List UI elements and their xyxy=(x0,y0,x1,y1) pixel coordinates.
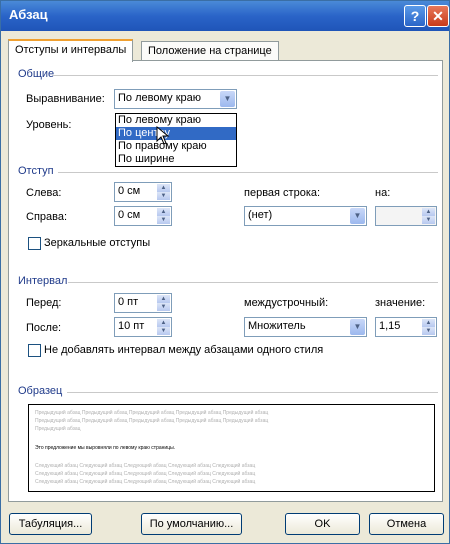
spacing-before-stepper[interactable]: 0 пт ▲ ▼ xyxy=(114,293,172,313)
spin-up-icon[interactable]: ▲ xyxy=(157,295,170,303)
spin-down-icon[interactable]: ▼ xyxy=(157,303,170,311)
spin-up-icon[interactable]: ▲ xyxy=(157,319,170,327)
divider xyxy=(67,392,438,393)
line-spacing-value: Множитель xyxy=(248,320,306,332)
mirror-indents-checkbox[interactable] xyxy=(28,237,41,250)
spacing-before-label: Перед: xyxy=(26,297,62,309)
ok-button[interactable]: OK xyxy=(285,513,360,535)
preview-next-line: Следующий абзац Следующий абзац Следующи… xyxy=(35,471,256,477)
indent-left-value: 0 см xyxy=(118,185,141,197)
set-default-button[interactable]: По умолчанию... xyxy=(141,513,242,535)
spin-up-icon[interactable]: ▲ xyxy=(157,208,170,216)
spin-down-icon[interactable]: ▼ xyxy=(422,327,435,335)
cancel-button[interactable]: Отмена xyxy=(369,513,444,535)
line-spacing-label: междустрочный: xyxy=(244,297,329,309)
indent-right-value: 0 см xyxy=(118,209,141,221)
at-value: 1,15 xyxy=(379,320,401,332)
line-spacing-select[interactable]: Множитель ▼ xyxy=(244,317,367,337)
first-line-label: первая строка: xyxy=(244,187,321,199)
spin-down-icon[interactable]: ▼ xyxy=(157,192,170,200)
chevron-down-icon[interactable]: ▼ xyxy=(350,319,365,335)
alignment-label: Выравнивание: xyxy=(26,93,105,105)
no-space-checkbox[interactable] xyxy=(28,344,41,357)
tabs-button[interactable]: Табуляция... xyxy=(9,513,92,535)
section-general: Общие xyxy=(18,68,55,80)
level-label: Уровень: xyxy=(26,119,72,131)
indent-left-label: Слева: xyxy=(26,187,62,199)
paragraph-dialog: Абзац ? ✕ Отступы и интервалы Положение … xyxy=(0,0,450,544)
indent-right-label: Справа: xyxy=(26,211,68,223)
first-line-value: (нет) xyxy=(248,209,273,221)
spin-up-icon[interactable]: ▲ xyxy=(422,208,435,216)
tab-indents-spacing[interactable]: Отступы и интервалы xyxy=(8,39,134,62)
alignment-dropdown-list: По левому краю По центру По правому краю… xyxy=(115,113,237,167)
window-title: Абзац xyxy=(9,7,48,22)
chevron-down-icon[interactable]: ▼ xyxy=(350,208,365,224)
by-label: на: xyxy=(375,187,391,199)
no-space-label: Не добавлять интервал между абзацами одн… xyxy=(44,344,324,356)
spacing-after-value: 10 пт xyxy=(118,320,145,332)
help-button[interactable]: ? xyxy=(404,5,426,27)
divider xyxy=(58,172,438,173)
at-label: значение: xyxy=(375,297,426,309)
spin-down-icon[interactable]: ▼ xyxy=(422,216,435,224)
indent-right-stepper[interactable]: 0 см ▲ ▼ xyxy=(114,206,172,226)
dropdown-option-justify[interactable]: По ширине xyxy=(116,153,236,166)
preview-sample-line: Это предложение мы выровняли по левому к… xyxy=(35,445,176,451)
title-bar[interactable]: Абзац ? ✕ xyxy=(1,1,449,31)
indent-left-stepper[interactable]: 0 см ▲ ▼ xyxy=(114,182,172,202)
dropdown-option-left[interactable]: По левому краю xyxy=(116,114,236,127)
preview-prev-line: Предыдущий абзац xyxy=(35,426,81,432)
preview-box: Предыдущий абзац Предыдущий абзац Предыд… xyxy=(28,404,435,492)
dropdown-option-center[interactable]: По центру xyxy=(116,127,236,140)
section-preview: Образец xyxy=(18,385,63,397)
alignment-value: По левому краю xyxy=(118,92,201,104)
spacing-after-label: После: xyxy=(26,322,62,334)
preview-prev-line: Предыдущий абзац Предыдущий абзац Предыд… xyxy=(35,410,269,416)
spin-down-icon[interactable]: ▼ xyxy=(157,216,170,224)
first-line-select[interactable]: (нет) ▼ xyxy=(244,206,367,226)
spin-up-icon[interactable]: ▲ xyxy=(422,319,435,327)
alignment-select[interactable]: По левому краю ▼ xyxy=(114,89,237,109)
mouse-cursor-icon xyxy=(156,126,170,145)
preview-prev-line: Предыдущий абзац Предыдущий абзац Предыд… xyxy=(35,418,269,424)
by-stepper[interactable]: ▲ ▼ xyxy=(375,206,437,226)
mirror-indents-label: Зеркальные отступы xyxy=(44,237,151,249)
at-stepper[interactable]: 1,15 ▲ ▼ xyxy=(375,317,437,337)
chevron-down-icon[interactable]: ▼ xyxy=(220,91,235,107)
preview-next-line: Следующий абзац Следующий абзац Следующи… xyxy=(35,463,256,469)
tab-line-page-breaks[interactable]: Положение на странице xyxy=(141,41,279,61)
spin-down-icon[interactable]: ▼ xyxy=(157,327,170,335)
section-indent: Отступ xyxy=(18,165,54,177)
section-spacing: Интервал xyxy=(18,275,68,287)
spacing-after-stepper[interactable]: 10 пт ▲ ▼ xyxy=(114,317,172,337)
close-button[interactable]: ✕ xyxy=(427,5,449,27)
dropdown-option-right[interactable]: По правому краю xyxy=(116,140,236,153)
spacing-before-value: 0 пт xyxy=(118,296,139,308)
divider xyxy=(68,282,438,283)
preview-next-line: Следующий абзац Следующий абзац Следующи… xyxy=(35,479,256,485)
divider xyxy=(53,75,438,76)
spin-up-icon[interactable]: ▲ xyxy=(157,184,170,192)
